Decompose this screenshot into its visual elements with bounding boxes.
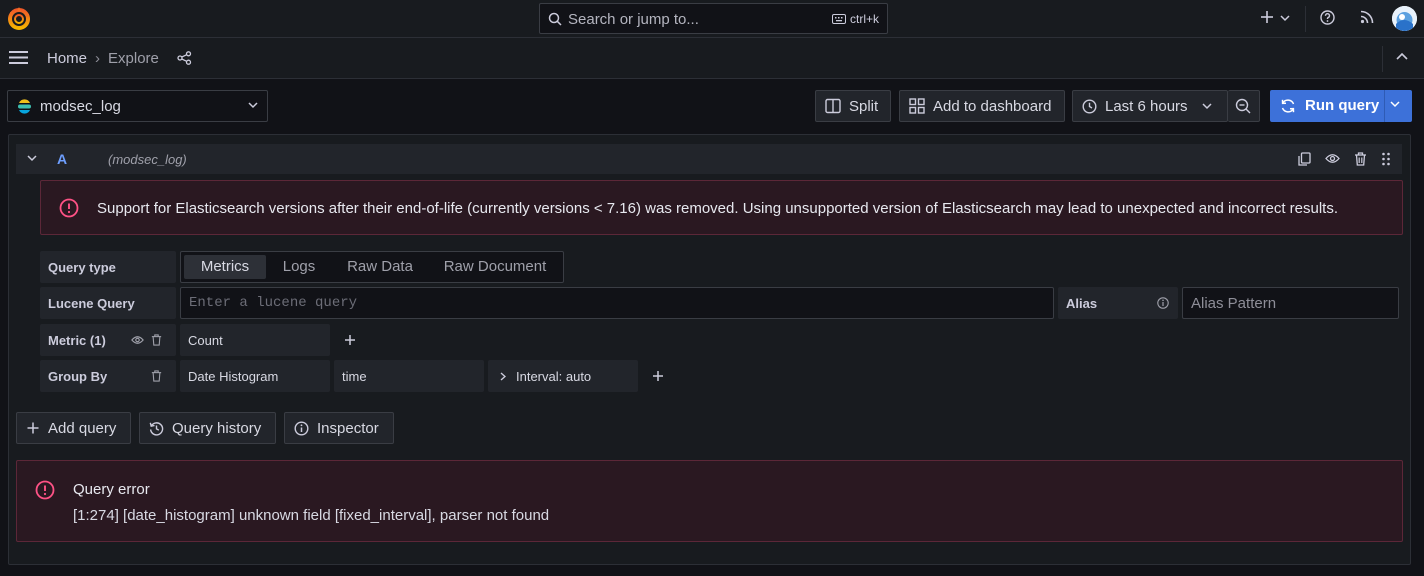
query-type-metrics[interactable]: Metrics	[184, 255, 266, 279]
history-icon	[149, 421, 164, 436]
metric-label-text: Metric (1)	[48, 333, 106, 348]
nav-bar: Home › Explore	[0, 38, 1424, 79]
add-to-dashboard-label: Add to dashboard	[933, 97, 1052, 115]
breadcrumb: Home › Explore	[47, 50, 159, 67]
run-query-label: Run query	[1305, 97, 1380, 114]
top-bar: Search or jump to... ctrl+k	[0, 0, 1424, 38]
datasource-picker[interactable]: modsec_log	[7, 90, 268, 122]
chevron-up-icon[interactable]	[1396, 52, 1408, 60]
query-row-header: A (modsec_log)	[16, 144, 1402, 174]
chevron-down-icon	[248, 101, 258, 109]
divider	[1382, 46, 1383, 72]
breadcrumb-current: Explore	[108, 50, 159, 67]
add-query-button[interactable]: Add query	[16, 412, 131, 444]
query-error-alert: Query error [1:274] [date_histogram] unk…	[16, 460, 1403, 542]
split-button[interactable]: Split	[815, 90, 891, 122]
shortcut-hint: ctrl+k	[831, 12, 879, 26]
split-icon	[825, 98, 841, 114]
eye-icon[interactable]	[131, 335, 144, 345]
sync-icon	[1280, 98, 1296, 114]
split-label: Split	[849, 97, 879, 115]
query-type-raw-document[interactable]: Raw Document	[435, 255, 555, 279]
alias-label-text: Alias	[1066, 296, 1098, 311]
lucene-query-label: Lucene Query	[40, 287, 176, 319]
add-group-by-plus-icon[interactable]	[651, 369, 665, 383]
trash-icon[interactable]	[1354, 152, 1367, 166]
share-icon[interactable]	[177, 51, 192, 65]
info-circle-icon	[294, 420, 309, 436]
user-avatar[interactable]	[1392, 6, 1417, 31]
query-datasource-label: (modsec_log)	[108, 152, 187, 167]
help-icon[interactable]	[1320, 10, 1335, 25]
duplicate-icon[interactable]	[1298, 152, 1311, 166]
query-ref-id[interactable]: A	[57, 151, 67, 167]
plus-icon[interactable]	[1260, 10, 1274, 24]
plus-icon	[26, 421, 40, 435]
query-type-raw-data[interactable]: Raw Data	[340, 255, 420, 279]
query-type-selector[interactable]: Metrics Logs Raw Data Raw Document	[180, 251, 564, 283]
error-title: Query error	[73, 481, 150, 498]
divider	[1305, 6, 1306, 32]
inspector-button[interactable]: Inspector	[284, 412, 394, 444]
elasticsearch-icon	[17, 99, 32, 114]
zoom-out-button[interactable]	[1228, 90, 1260, 122]
deprecation-warning: Support for Elasticsearch versions after…	[40, 180, 1403, 235]
lucene-query-input[interactable]: Enter a lucene query	[180, 287, 1054, 319]
inspector-label: Inspector	[317, 419, 379, 437]
run-query-button[interactable]: Run query	[1270, 90, 1412, 122]
trash-icon[interactable]	[151, 334, 162, 346]
trash-icon[interactable]	[151, 370, 162, 382]
metric-label: Metric (1)	[40, 324, 176, 356]
warning-text: Support for Elasticsearch versions after…	[97, 200, 1339, 217]
alias-input[interactable]: Alias Pattern	[1182, 287, 1399, 319]
add-query-label: Add query	[48, 419, 117, 437]
apps-icon	[909, 98, 925, 114]
time-range-picker[interactable]: Last 6 hours	[1072, 90, 1228, 122]
rss-icon[interactable]	[1360, 10, 1374, 24]
exclamation-circle-icon	[35, 480, 55, 500]
info-icon	[1157, 297, 1169, 309]
breadcrumb-home[interactable]: Home	[47, 50, 87, 67]
add-to-dashboard-button[interactable]: Add to dashboard	[899, 90, 1065, 122]
group-by-type-select[interactable]: Date Histogram	[180, 360, 330, 392]
search-placeholder: Search or jump to...	[568, 11, 699, 28]
keyboard-icon	[831, 14, 846, 24]
shortcut-text: ctrl+k	[849, 12, 879, 26]
chevron-down-icon	[1202, 102, 1212, 110]
interval-text: Interval: auto	[516, 369, 592, 384]
search-icon	[548, 12, 562, 26]
time-range-label: Last 6 hours	[1105, 97, 1188, 115]
grafana-logo-icon[interactable]	[6, 6, 32, 32]
eye-icon[interactable]	[1325, 153, 1340, 164]
exclamation-circle-icon	[59, 198, 79, 218]
group-by-label: Group By	[40, 360, 176, 392]
query-history-button[interactable]: Query history	[139, 412, 276, 444]
divider	[1384, 90, 1385, 122]
clock-icon	[1082, 98, 1097, 114]
chevron-right-icon	[500, 372, 506, 381]
query-history-label: Query history	[172, 419, 262, 437]
search-bar[interactable]: Search or jump to... ctrl+k	[539, 3, 888, 34]
zoom-out-icon	[1235, 98, 1251, 114]
interval-settings-toggle[interactable]: Interval: auto	[488, 360, 638, 392]
group-by-field-select[interactable]: time	[334, 360, 484, 392]
datasource-name: modsec_log	[40, 98, 121, 115]
collapse-chevron-icon[interactable]	[27, 154, 37, 162]
query-type-logs[interactable]: Logs	[275, 255, 323, 279]
drag-handle-icon[interactable]	[1381, 152, 1391, 166]
error-message: [1:274] [date_histogram] unknown field […	[73, 507, 550, 524]
menu-icon[interactable]	[8, 50, 29, 65]
query-type-label: Query type	[40, 251, 176, 283]
chevron-down-icon[interactable]	[1390, 100, 1400, 108]
alias-label: Alias	[1058, 287, 1178, 319]
group-by-label-text: Group By	[48, 369, 108, 384]
breadcrumb-separator: ›	[95, 50, 101, 67]
add-metric-plus-icon[interactable]	[343, 333, 357, 347]
chevron-down-icon[interactable]	[1280, 14, 1290, 22]
metric-type-select[interactable]: Count	[180, 324, 330, 356]
